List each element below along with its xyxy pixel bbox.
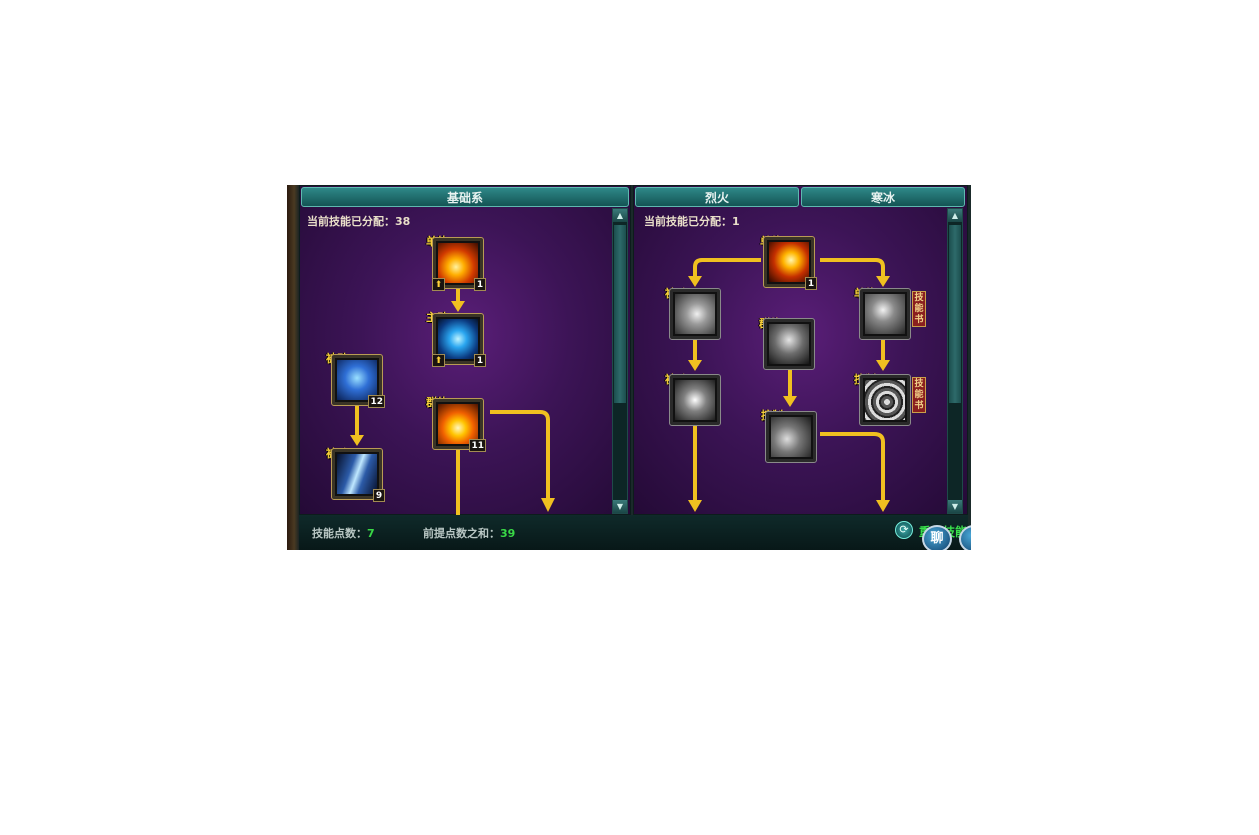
upgrade-arrow-icon[interactable]: ⬆	[432, 354, 445, 367]
skill-level: 9	[373, 489, 385, 502]
skill-level: 1	[474, 354, 486, 367]
skill-book-badge: 技能书	[912, 377, 926, 413]
meteor-icon	[865, 294, 905, 334]
skill-level: 12	[368, 395, 385, 408]
allocated-value: 38	[395, 215, 411, 228]
skill-level: 11	[469, 439, 486, 452]
scroll-thumb[interactable]	[949, 225, 961, 403]
prereq-points-label: 前提点数之和：	[423, 527, 500, 540]
mage-aura-icon	[337, 360, 377, 400]
prereq-points-stat: 前提点数之和：39	[423, 525, 515, 541]
scroll-down-icon[interactable]: ▼	[948, 500, 962, 513]
scroll-up-icon[interactable]: ▲	[948, 209, 962, 222]
ice-shards-icon	[337, 454, 377, 494]
tab-ice[interactable]: 寒冰	[801, 187, 965, 207]
vortex-icon	[865, 380, 905, 420]
allocated-points-left: 当前技能已分配：38	[307, 213, 410, 229]
skill-slot-mage-aura[interactable]: 12	[331, 354, 385, 408]
skill-slot-claw[interactable]	[669, 288, 721, 340]
meditation-icon	[675, 380, 715, 420]
skill-slot-meteor[interactable]	[859, 288, 911, 340]
tab-fire[interactable]: 烈火	[635, 187, 799, 207]
skill-slot-fireball[interactable]: 1	[763, 236, 817, 290]
skill-level: 1	[805, 277, 817, 290]
scroll-thumb[interactable]	[614, 225, 626, 403]
skill-slot-ice-shards[interactable]: 9	[331, 448, 385, 502]
claw-icon	[675, 294, 715, 334]
fire-slash-icon	[438, 243, 478, 283]
skill-slot-shadow-warrior[interactable]	[763, 318, 815, 370]
basic-skill-tree-panel: 基础系 当前技能已分配：38 单体 ⬆ 1 主动 ⬆ 1 被动 12 群体 11…	[299, 185, 631, 516]
skill-level: 1	[474, 278, 486, 291]
crouching-figure-icon	[771, 417, 811, 457]
skill-points-stat: 技能点数：7	[312, 525, 375, 541]
shadow-warrior-icon	[769, 324, 809, 364]
skill-slot-crouching-figure[interactable]	[765, 411, 817, 463]
skill-points-bar: 技能点数：7 前提点数之和：39 ⟳ 重置技能	[299, 515, 968, 550]
skill-points-value: 7	[367, 527, 375, 540]
window-frame-edge	[287, 185, 299, 550]
lightning-orb-icon	[438, 319, 478, 359]
element-skill-tree-panel: 烈火 寒冰 当前技能已分配：1 单体	[633, 185, 968, 515]
tab-basic[interactable]: 基础系	[301, 187, 629, 207]
allocated-value: 1	[732, 215, 740, 228]
scrollbar-right[interactable]: ▲ ▼	[947, 208, 963, 514]
skill-slot-firestorm[interactable]: 11	[432, 398, 486, 452]
firestorm-icon	[438, 404, 478, 444]
allocated-label: 当前技能已分配：	[307, 215, 395, 228]
refresh-icon[interactable]: ⟳	[895, 521, 913, 539]
allocated-points-right: 当前技能已分配：1	[644, 213, 740, 229]
skill-book-badge: 技能书	[912, 291, 926, 327]
skill-slot-fire-slash[interactable]: ⬆ 1	[432, 237, 486, 291]
skill-slot-lightning-orb[interactable]: ⬆ 1	[432, 313, 486, 367]
skill-slot-meditation[interactable]	[669, 374, 721, 426]
scroll-up-icon[interactable]: ▲	[613, 209, 627, 222]
prereq-points-value: 39	[500, 527, 516, 540]
allocated-label: 当前技能已分配：	[644, 215, 732, 228]
skill-window: 基础系 当前技能已分配：38 单体 ⬆ 1 主动 ⬆ 1 被动 12 群体 11…	[287, 185, 971, 550]
skill-slot-vortex[interactable]	[859, 374, 911, 426]
fireball-icon	[769, 242, 809, 282]
skill-points-label: 技能点数：	[312, 527, 367, 540]
upgrade-arrow-icon[interactable]: ⬆	[432, 278, 445, 291]
scrollbar-left[interactable]: ▲ ▼	[612, 208, 628, 514]
scroll-down-icon[interactable]: ▼	[613, 500, 627, 513]
chat-button[interactable]: 聊	[922, 525, 952, 550]
